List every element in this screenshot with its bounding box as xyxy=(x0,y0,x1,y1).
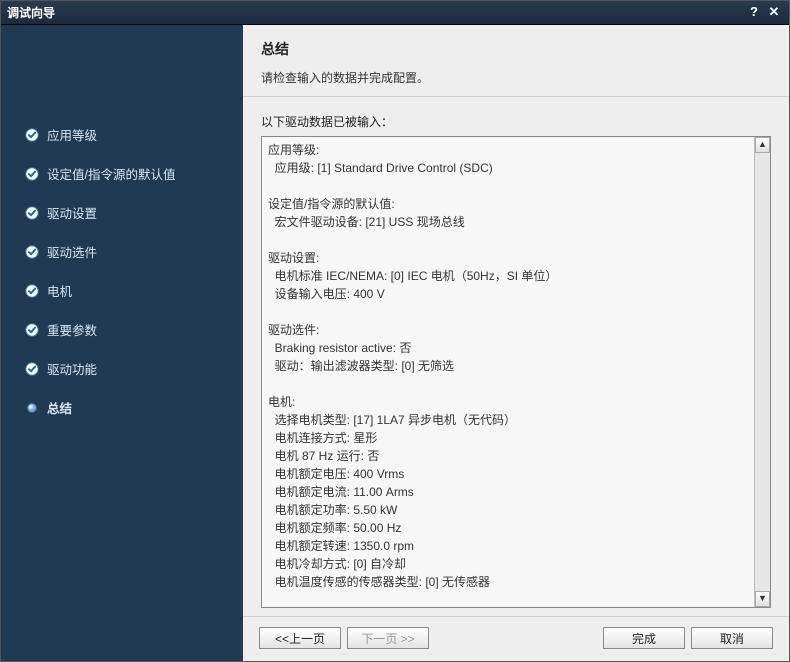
finish-button[interactable]: 完成 xyxy=(603,627,685,649)
sidebar-item-5[interactable]: 重要参数 xyxy=(25,310,243,349)
sidebar-item-1[interactable]: 设定值/指令源的默认值 xyxy=(25,154,243,193)
body: 应用等级设定值/指令源的默认值驱动设置驱动选件电机重要参数驱动功能总结 总结 请… xyxy=(1,25,789,661)
titlebar: 调试向导 ? ✕ xyxy=(1,1,789,25)
summary-label: 以下驱动数据已被输入： xyxy=(261,113,771,130)
scrollbar[interactable]: ▲ ▼ xyxy=(754,137,770,607)
main-panel: 总结 请检查输入的数据并完成配置。 以下驱动数据已被输入： ▲ ▼ <<上一页 … xyxy=(243,25,789,661)
check-icon xyxy=(25,245,39,259)
sidebar-item-label: 应用等级 xyxy=(47,125,97,144)
scroll-track[interactable] xyxy=(755,153,770,591)
sidebar-item-label: 电机 xyxy=(47,281,72,300)
next-button: 下一页 >> xyxy=(347,627,429,649)
sidebar-item-label: 总结 xyxy=(47,398,72,417)
check-icon xyxy=(25,206,39,220)
sidebar: 应用等级设定值/指令源的默认值驱动设置驱动选件电机重要参数驱动功能总结 xyxy=(1,25,243,661)
back-button[interactable]: <<上一页 xyxy=(259,627,341,649)
check-icon xyxy=(25,167,39,181)
check-icon xyxy=(25,284,39,298)
sidebar-item-label: 驱动功能 xyxy=(47,359,97,378)
sidebar-item-3[interactable]: 驱动选件 xyxy=(25,232,243,271)
close-button[interactable]: ✕ xyxy=(765,5,783,21)
sidebar-item-label: 设定值/指令源的默认值 xyxy=(47,164,175,183)
sidebar-item-label: 驱动设置 xyxy=(47,203,97,222)
window-title: 调试向导 xyxy=(7,4,743,21)
summary-box: ▲ ▼ xyxy=(261,136,771,608)
header: 总结 请检查输入的数据并完成配置。 xyxy=(243,25,789,97)
scroll-down-button[interactable]: ▼ xyxy=(755,591,770,607)
check-icon xyxy=(25,362,39,376)
bullet-icon xyxy=(25,401,39,415)
sidebar-item-2[interactable]: 驱动设置 xyxy=(25,193,243,232)
sidebar-item-7[interactable]: 总结 xyxy=(25,388,243,427)
summary-textarea[interactable] xyxy=(262,137,754,607)
sidebar-item-label: 重要参数 xyxy=(47,320,97,339)
wizard-window: 调试向导 ? ✕ 应用等级设定值/指令源的默认值驱动设置驱动选件电机重要参数驱动… xyxy=(0,0,790,662)
sidebar-item-label: 驱动选件 xyxy=(47,242,97,261)
content: 以下驱动数据已被输入： ▲ ▼ xyxy=(243,97,789,616)
sidebar-item-6[interactable]: 驱动功能 xyxy=(25,349,243,388)
page-description: 请检查输入的数据并完成配置。 xyxy=(261,69,771,86)
page-title: 总结 xyxy=(261,39,771,59)
scroll-up-button[interactable]: ▲ xyxy=(755,137,770,153)
cancel-button[interactable]: 取消 xyxy=(691,627,773,649)
check-icon xyxy=(25,323,39,337)
help-button[interactable]: ? xyxy=(745,5,763,21)
footer: <<上一页 下一页 >> 完成 取消 xyxy=(243,616,789,661)
sidebar-item-0[interactable]: 应用等级 xyxy=(25,115,243,154)
sidebar-item-4[interactable]: 电机 xyxy=(25,271,243,310)
check-icon xyxy=(25,128,39,142)
